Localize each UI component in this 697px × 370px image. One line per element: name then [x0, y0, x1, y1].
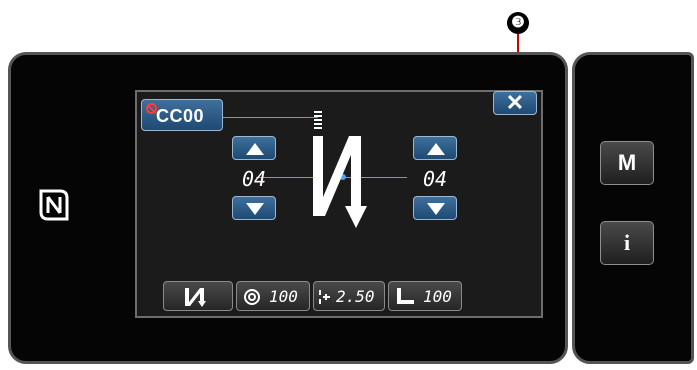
side-panel: [572, 52, 694, 364]
right-value: 04: [422, 167, 448, 191]
left-increase-button[interactable]: [232, 136, 276, 160]
stitch-mode-icon: [185, 288, 206, 307]
stitch-pattern-icon: [313, 111, 367, 228]
speed-icon: [244, 289, 260, 305]
presser-value: 100: [423, 287, 452, 306]
stitch-mode-button[interactable]: [163, 281, 233, 311]
pitch-value: 2.50: [336, 287, 375, 306]
info-button[interactable]: i: [600, 221, 654, 265]
close-button[interactable]: ✕: [493, 91, 537, 115]
up-arrow-icon: [427, 143, 445, 155]
pitch-button[interactable]: 2.50: [313, 281, 385, 311]
callout-number: ❸: [507, 12, 529, 34]
speed-button[interactable]: 100: [236, 281, 310, 311]
nfc-icon: [39, 189, 69, 221]
right-decrease-button[interactable]: [413, 196, 457, 220]
pattern-button[interactable]: CC00: [141, 99, 223, 131]
down-arrow-icon: [246, 203, 264, 215]
down-arrow-icon: [427, 203, 445, 215]
left-value: 04: [241, 167, 267, 191]
pattern-label: CC00: [156, 106, 205, 126]
pitch-icon: [319, 290, 330, 304]
up-arrow-icon: [246, 143, 264, 155]
presser-foot-icon: [397, 288, 414, 304]
guide-line-top: [223, 117, 318, 118]
mode-button[interactable]: M: [600, 141, 654, 185]
right-increase-button[interactable]: [413, 136, 457, 160]
left-decrease-button[interactable]: [232, 196, 276, 220]
speed-value: 100: [269, 287, 298, 306]
presser-button[interactable]: 100: [388, 281, 462, 311]
